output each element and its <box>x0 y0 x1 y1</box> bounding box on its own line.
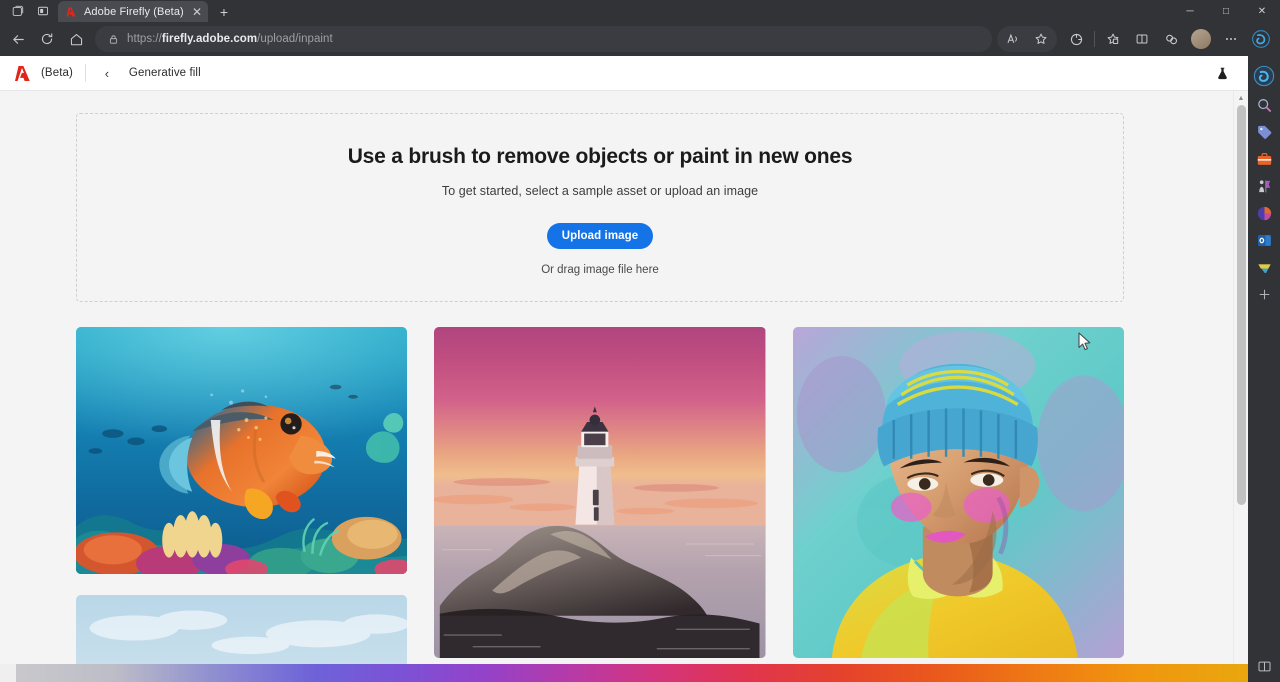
gradient-bar-left-cap <box>0 664 16 682</box>
firefly-content-area: Use a brush to remove objects or paint i… <box>0 91 1248 682</box>
drop-icon[interactable] <box>1250 254 1278 281</box>
scrollbar-up-arrow[interactable]: ▲ <box>1234 91 1248 105</box>
games-icon[interactable] <box>1250 173 1278 200</box>
lighthouse-sunset-image <box>434 327 765 658</box>
lock-icon <box>105 31 121 47</box>
adobe-firefly-logo <box>14 64 34 83</box>
settings-more-icon[interactable] <box>1217 26 1245 52</box>
close-window-button[interactable]: ✕ <box>1244 0 1280 22</box>
split-panel-icon[interactable] <box>1250 653 1278 679</box>
tools-briefcase-icon[interactable] <box>1250 146 1278 173</box>
back-chevron-icon[interactable]: ‹ <box>98 64 116 82</box>
omnibox-actions-group <box>997 26 1057 52</box>
dropzone-heading: Use a brush to remove objects or paint i… <box>348 145 853 169</box>
home-button[interactable] <box>62 26 90 52</box>
address-bar-url: https://firefly.adobe.com/upload/inpaint <box>127 33 986 45</box>
edge-sidebar <box>1248 56 1280 682</box>
firefly-header-right <box>1210 61 1234 85</box>
page-scrollbar[interactable]: ▲ <box>1233 91 1248 682</box>
tab-title: Adobe Firefly (Beta) <box>84 6 184 18</box>
back-button[interactable] <box>4 26 32 52</box>
sample-asset-card[interactable] <box>76 327 407 574</box>
office-icon[interactable] <box>1250 200 1278 227</box>
navbar-right-controls <box>997 26 1276 52</box>
viewport-row: (Beta) ‹ Generative fill Use <box>0 56 1280 682</box>
star-icon[interactable] <box>1027 26 1055 52</box>
browser-tab[interactable]: Adobe Firefly (Beta) ✕ <box>58 1 208 22</box>
outlook-icon[interactable] <box>1250 227 1278 254</box>
tab-strip-left-controls <box>0 0 54 22</box>
beta-label: (Beta) <box>41 67 73 79</box>
web-page: (Beta) ‹ Generative fill Use <box>0 56 1248 682</box>
sample-asset-gallery <box>76 327 1124 682</box>
firefly-gradient-bar <box>16 664 1248 682</box>
address-bar[interactable]: https://firefly.adobe.com/upload/inpaint <box>95 26 992 52</box>
tab-strip: Adobe Firefly (Beta) ✕ + ─ □ ✕ <box>0 0 1280 22</box>
dropzone-drag-hint: Or drag image file here <box>541 264 659 276</box>
window-controls: ─ □ ✕ <box>1172 0 1280 22</box>
toolbar-divider <box>1094 31 1095 47</box>
adobe-firefly-favicon <box>66 6 78 18</box>
tab-search-icon[interactable] <box>32 1 54 21</box>
shopping-tag-icon[interactable] <box>1250 119 1278 146</box>
url-scheme: https:// <box>127 33 162 45</box>
gallery-column <box>76 327 407 682</box>
coral-reef-fish-image <box>76 327 407 574</box>
minimize-button[interactable]: ─ <box>1172 0 1208 22</box>
dropzone-subtitle: To get started, select a sample asset or… <box>442 184 758 198</box>
workspaces-icon[interactable] <box>6 1 28 21</box>
extensions-icon[interactable] <box>1157 26 1185 52</box>
split-screen-icon[interactable] <box>1128 26 1156 52</box>
refresh-button[interactable] <box>33 26 61 52</box>
tab-close-icon[interactable]: ✕ <box>190 5 204 19</box>
search-icon[interactable] <box>1250 92 1278 119</box>
header-divider <box>85 64 86 82</box>
maximize-button[interactable]: □ <box>1208 0 1244 22</box>
gallery-column <box>793 327 1124 658</box>
read-aloud-icon[interactable] <box>999 26 1027 52</box>
copilot-icon[interactable] <box>1248 26 1274 52</box>
browser-window: Adobe Firefly (Beta) ✕ + ─ □ ✕ <box>0 0 1280 682</box>
firefly-scroll-container: Use a brush to remove objects or paint i… <box>0 91 1248 682</box>
sample-asset-card[interactable] <box>793 327 1124 658</box>
gallery-column <box>434 327 765 658</box>
page-title: Generative fill <box>129 67 201 79</box>
upload-dropzone[interactable]: Use a brush to remove objects or paint i… <box>76 113 1124 302</box>
scrollbar-thumb[interactable] <box>1237 105 1246 505</box>
browser-essentials-icon[interactable] <box>1062 26 1090 52</box>
upload-image-button[interactable]: Upload image <box>547 223 654 249</box>
url-host: firefly.adobe.com <box>162 33 257 45</box>
copilot-icon[interactable] <box>1250 62 1278 89</box>
firefly-app-header: (Beta) ‹ Generative fill <box>0 56 1248 91</box>
new-tab-button[interactable]: + <box>213 2 235 22</box>
add-icon[interactable] <box>1250 281 1278 308</box>
beaker-icon[interactable] <box>1210 61 1234 85</box>
collections-icon[interactable] <box>1099 26 1127 52</box>
url-path: /upload/inpaint <box>257 33 333 45</box>
pop-portrait-image <box>793 327 1124 658</box>
navigation-bar: https://firefly.adobe.com/upload/inpaint <box>0 22 1280 56</box>
sample-asset-card[interactable] <box>434 327 765 658</box>
profile-avatar[interactable] <box>1191 29 1211 49</box>
